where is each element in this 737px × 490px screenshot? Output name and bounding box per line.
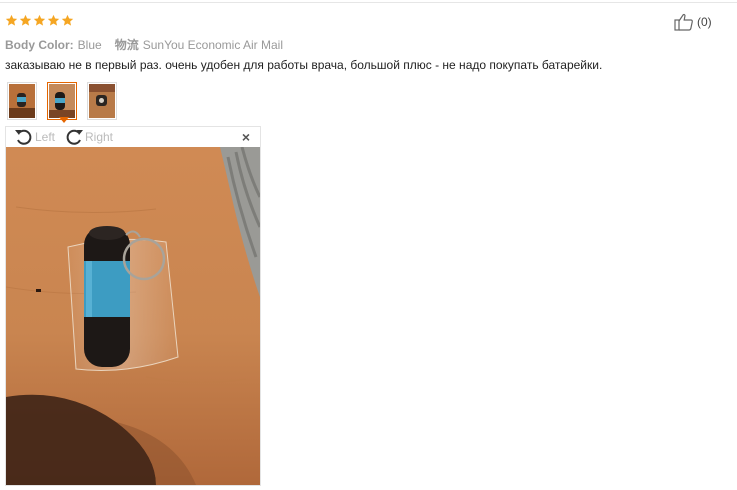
top-divider — [0, 2, 737, 3]
thumbnail-3[interactable] — [87, 82, 117, 120]
review-text: заказываю не в первый раз. очень удобен … — [5, 58, 603, 72]
body-color-label: Body Color: — [5, 38, 74, 52]
shipping-value: SunYou Economic Air Mail — [142, 38, 284, 52]
image-viewer: Left Right × — [5, 126, 261, 486]
thumbnail-image — [49, 84, 75, 118]
star-icon — [47, 14, 60, 26]
thumbnail-2[interactable] — [47, 82, 77, 120]
thumbnail-strip — [7, 82, 117, 120]
star-icon — [19, 14, 32, 26]
rating-stars — [5, 14, 74, 27]
rotate-left-button[interactable]: Left — [14, 128, 55, 146]
star-icon — [61, 14, 74, 26]
helpful-count: (0) — [697, 15, 712, 29]
rotate-right-icon — [66, 129, 83, 145]
helpful-button[interactable]: (0) — [674, 13, 712, 31]
star-icon — [5, 14, 18, 26]
review-meta: Body Color: Blue 物流 SunYou Economic Air Mai… — [5, 36, 283, 53]
rotate-left-icon — [15, 129, 32, 145]
thumbs-up-icon — [674, 13, 693, 31]
rotate-right-button[interactable]: Right — [64, 128, 113, 146]
thumbnail-1[interactable] — [7, 82, 37, 120]
rotate-right-label: Right — [85, 130, 114, 144]
shipping-label: 物流 — [114, 38, 139, 52]
active-thumbnail-pointer — [59, 117, 69, 123]
body-color-value: Blue — [77, 38, 102, 52]
close-icon[interactable]: × — [242, 129, 250, 145]
thumbnail-image — [9, 84, 35, 118]
thumbnail-image — [89, 84, 115, 118]
rotate-left-label: Left — [35, 130, 56, 144]
viewer-toolbar: Left Right × — [6, 127, 260, 147]
review-photo — [6, 147, 260, 485]
star-icon — [33, 14, 46, 26]
